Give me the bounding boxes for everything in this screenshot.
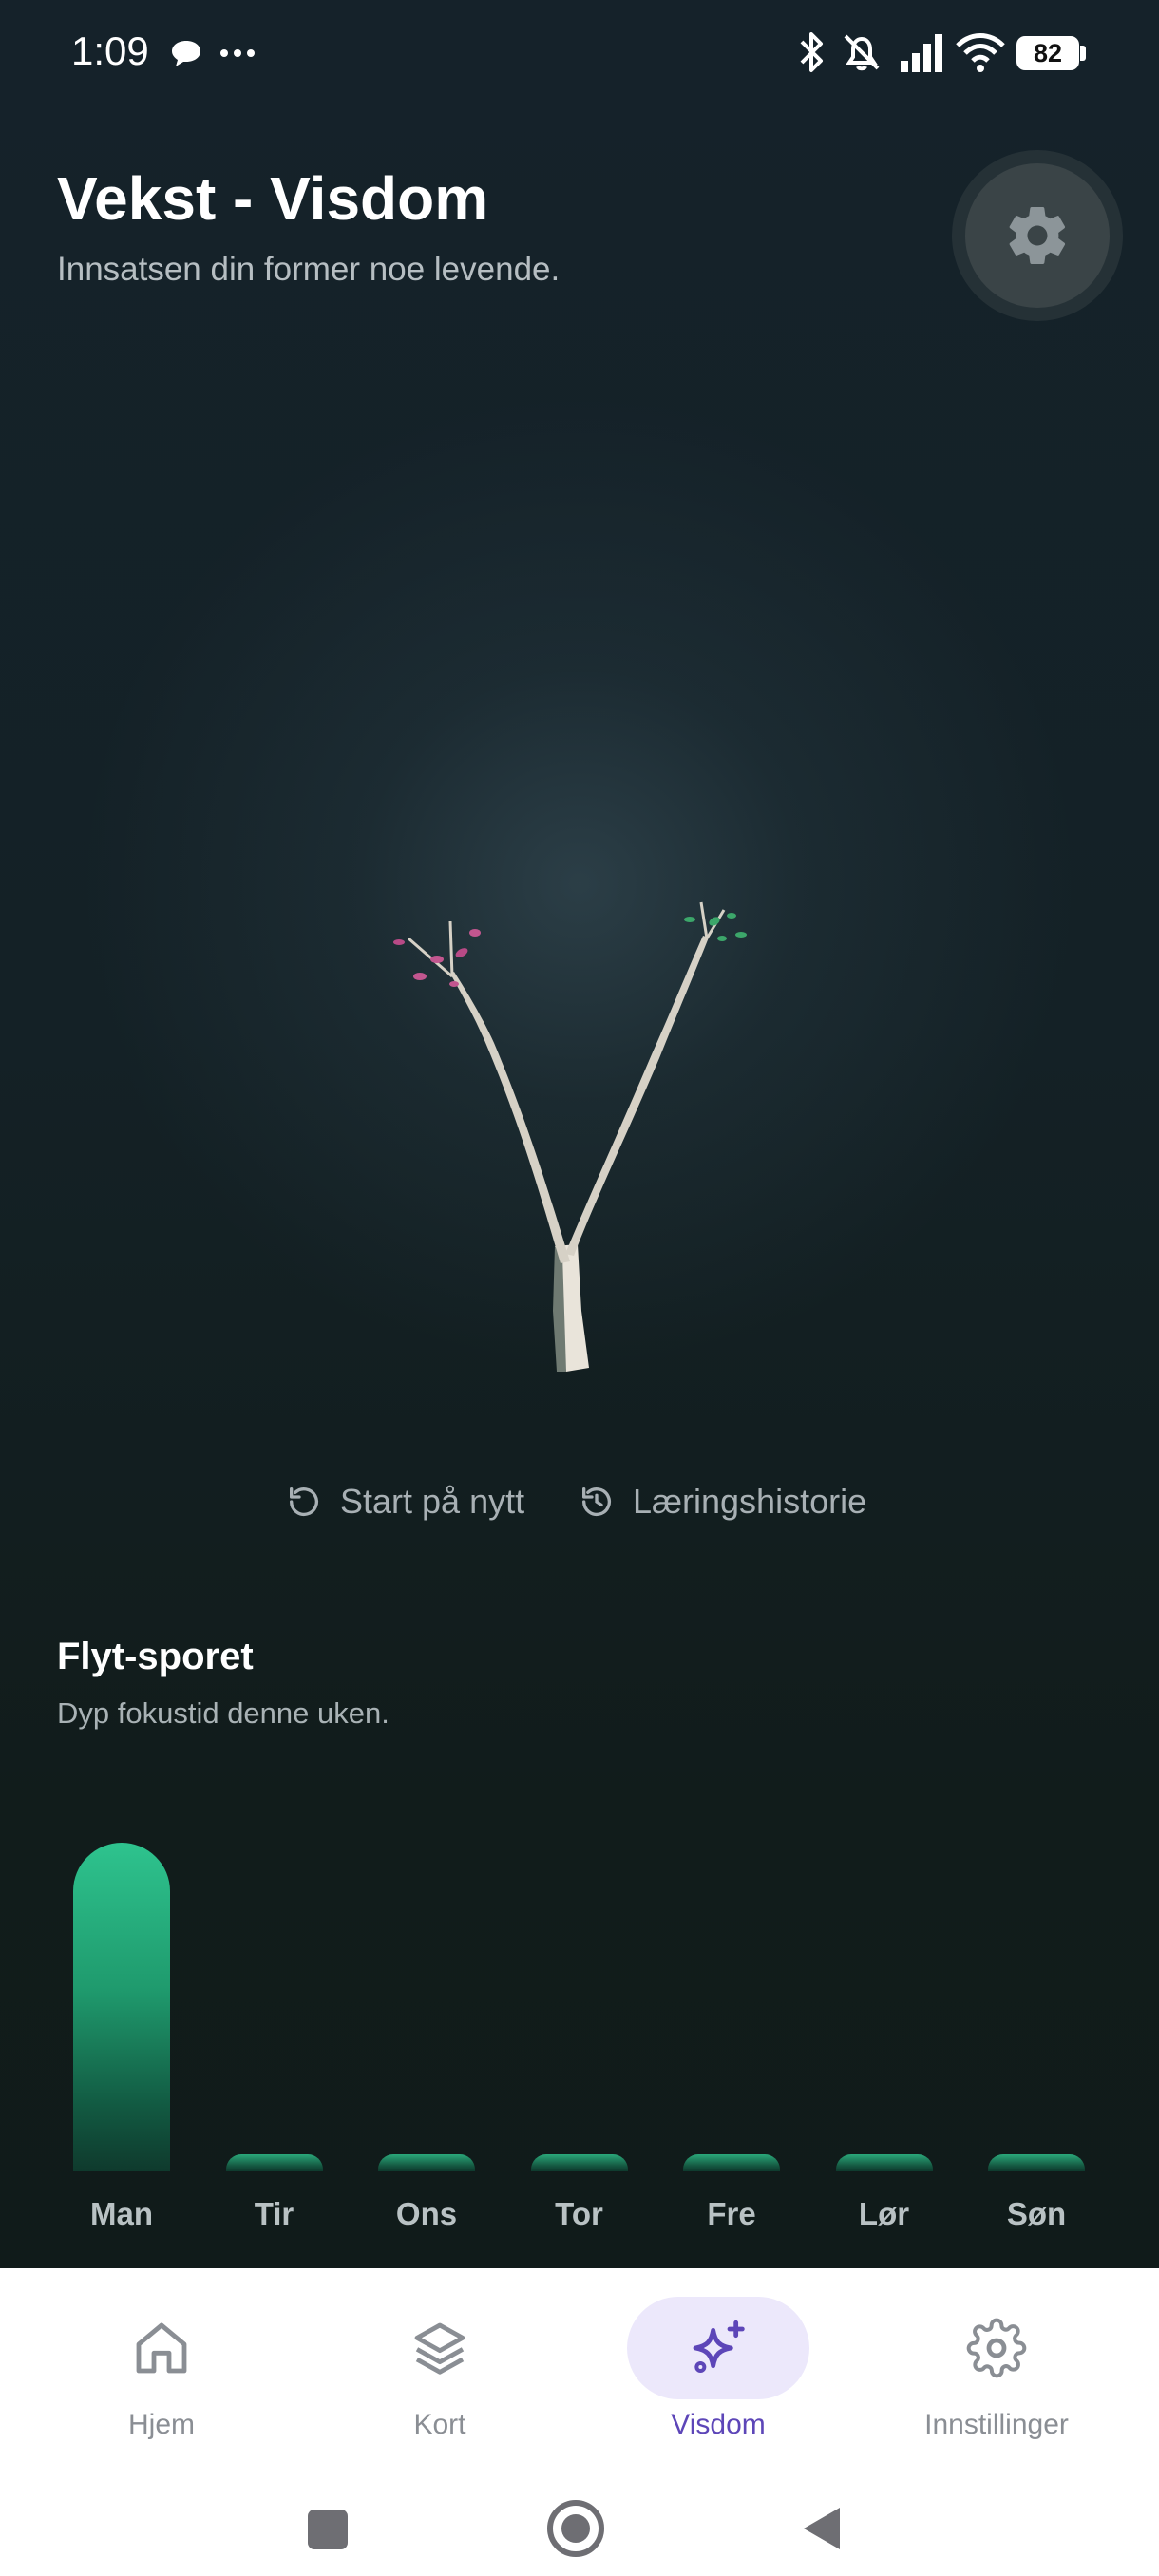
signal-icon [901,34,942,72]
nav-label-cards: Kort [413,2409,466,2440]
sparkle-icon [693,2320,745,2373]
mute-bell-icon [844,34,880,71]
nav-cards-pill [349,2297,531,2399]
page-title: Vekst - Visdom [57,164,489,233]
flow-track-title: Flyt-sporet [57,1636,254,1677]
layers-icon [414,2322,466,2375]
nav-item-cards[interactable]: Kort [316,2297,563,2449]
chart-bar-tor [530,2154,628,2171]
chart-bar-søn [988,2154,1085,2171]
system-navigation-bar [0,2470,1159,2576]
bottom-navigation: Hjem Kort Visdom Innstillinger [0,2268,1159,2576]
nav-wisdom-pill [627,2297,809,2399]
chart-bar-tir [225,2154,323,2171]
nav-item-home[interactable]: Hjem [38,2297,285,2449]
learning-history-button[interactable]: Læringshistorie [578,1482,866,1522]
chart-label-lør: Lør [858,2196,910,2231]
bluetooth-icon [800,32,823,72]
chat-bubble-icon [172,41,200,66]
nav-item-wisdom[interactable]: Visdom [595,2297,842,2449]
nav-item-settings[interactable]: Innstillinger [873,2297,1120,2449]
chart-label-ons: Ons [395,2196,458,2231]
chart-bar-man [73,1843,170,2171]
flow-track-subtitle: Dyp fokustid denne uken. [57,1696,390,1730]
home-icon [136,2322,187,2374]
history-label: Læringshistorie [633,1482,867,1521]
restart-button[interactable]: Start på nytt [285,1482,524,1522]
status-time: 1:09 [71,28,149,73]
chart-label-man: Man [90,2196,153,2231]
history-icon [582,1487,611,1517]
restart-icon [290,1487,318,1517]
chart-bar-ons [378,2154,475,2171]
page-subtitle: Innsatsen din former noe levende. [57,251,560,288]
nav-label-home: Hjem [127,2409,195,2440]
nav-label-wisdom: Visdom [671,2409,766,2440]
chart-bar-lør [835,2154,933,2171]
back-button[interactable] [800,2504,844,2553]
chart-bar-fre [683,2154,780,2171]
growth-tree-illustration [393,901,747,1372]
restart-label: Start på nytt [340,1482,525,1521]
status-bar: 1:09 82 [0,0,1159,104]
nav-settings-pill [905,2297,1088,2399]
gear-icon [966,2318,1027,2378]
more-dots-icon [220,49,255,57]
chart-label-søn: Søn [1006,2196,1067,2231]
chart-label-tor: Tor [555,2196,603,2231]
chart-label-tir: Tir [254,2196,294,2231]
nav-label-settings: Innstillinger [924,2409,1069,2440]
settings-button[interactable] [965,163,1110,308]
chart-label-fre: Fre [707,2196,756,2231]
gear-icon [1009,207,1066,264]
battery-cap [1080,46,1086,61]
nav-home-pill [70,2297,253,2399]
recent-apps-button[interactable] [308,2510,348,2549]
wifi-icon [956,33,1005,72]
battery-icon: 82 [1016,36,1079,70]
home-system-button[interactable] [547,2500,604,2557]
